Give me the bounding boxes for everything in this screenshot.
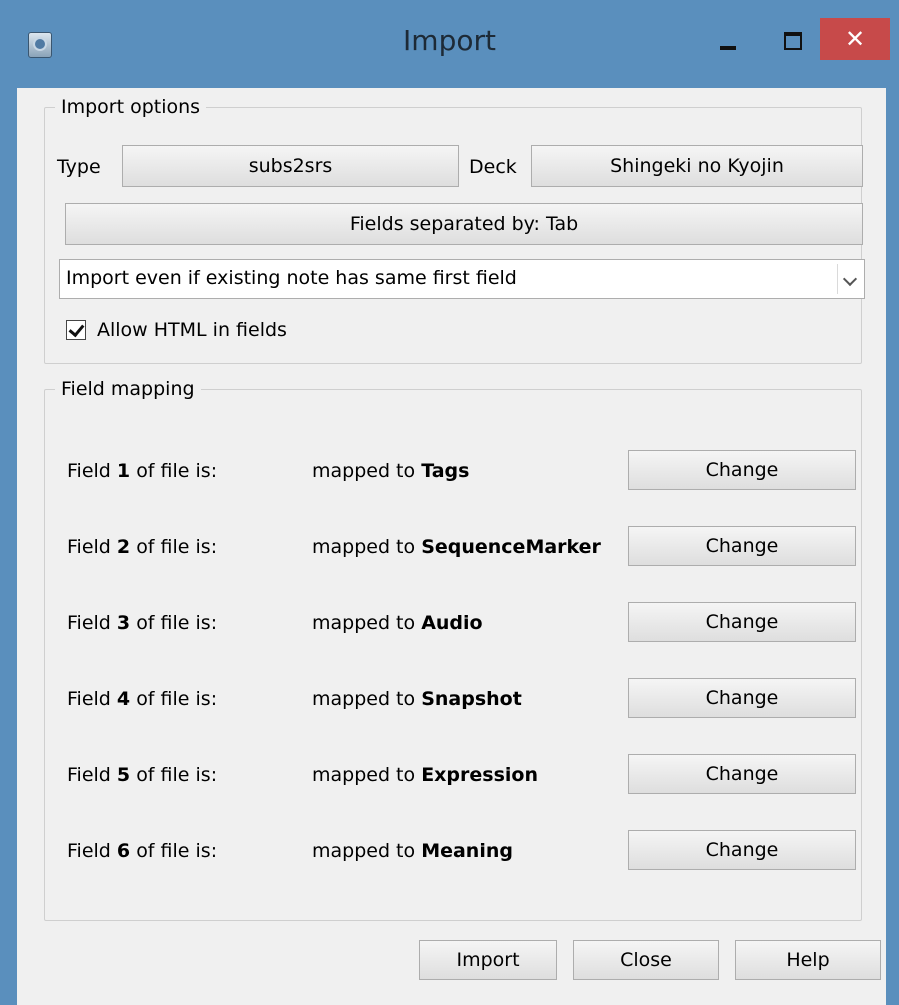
type-label: Type — [57, 156, 101, 178]
field-row-label: Field 5 of file is: — [67, 764, 218, 786]
dialog-body: Import options Type subs2srs Deck Shinge… — [17, 88, 886, 1005]
deck-button[interactable]: Shingeki no Kyojin — [531, 145, 863, 187]
change-button[interactable]: Change — [628, 678, 856, 718]
mapped-to-label: mapped to Tags — [312, 460, 470, 482]
mapped-to-label: mapped to Snapshot — [312, 688, 522, 710]
window-title: Import — [403, 24, 496, 57]
fields-separator-button[interactable]: Fields separated by: Tab — [65, 203, 863, 245]
maximize-button[interactable] — [776, 26, 810, 56]
close-window-button[interactable]: ✕ — [820, 18, 890, 60]
help-button[interactable]: Help — [735, 940, 881, 980]
field-row-label: Field 1 of file is: — [67, 460, 218, 482]
close-button[interactable]: Close — [573, 940, 719, 980]
type-button[interactable]: subs2srs — [122, 145, 459, 187]
change-button[interactable]: Change — [628, 602, 856, 642]
mapped-to-label: mapped to Audio — [312, 612, 483, 634]
change-button[interactable]: Change — [628, 450, 856, 490]
allow-html-checkbox[interactable] — [66, 320, 86, 340]
title-bar[interactable]: Import ✕ — [0, 0, 899, 88]
minimize-button[interactable] — [712, 30, 746, 60]
field-mapping-legend: Field mapping — [55, 378, 201, 400]
field-row-label: Field 2 of file is: — [67, 536, 218, 558]
change-button[interactable]: Change — [628, 526, 856, 566]
field-row-label: Field 4 of file is: — [67, 688, 218, 710]
change-button[interactable]: Change — [628, 830, 856, 870]
chevron-down-icon[interactable] — [837, 264, 862, 294]
change-button[interactable]: Change — [628, 754, 856, 794]
mapped-to-label: mapped to SequenceMarker — [312, 536, 601, 558]
import-options-legend: Import options — [55, 96, 207, 118]
field-row-label: Field 6 of file is: — [67, 840, 218, 862]
allow-html-label[interactable]: Allow HTML in fields — [97, 319, 287, 341]
duplicate-mode-value: Import even if existing note has same fi… — [66, 267, 517, 289]
mapped-to-label: mapped to Expression — [312, 764, 538, 786]
mapped-to-label: mapped to Meaning — [312, 840, 513, 862]
import-options-group: Import options Type subs2srs Deck Shinge… — [44, 96, 865, 364]
deck-label: Deck — [469, 156, 517, 178]
field-row-label: Field 3 of file is: — [67, 612, 218, 634]
import-dialog-window: Import ✕ Import options Type subs2srs De… — [0, 0, 899, 1005]
duplicate-mode-select[interactable]: Import even if existing note has same fi… — [59, 259, 865, 299]
import-button[interactable]: Import — [419, 940, 557, 980]
field-mapping-group: Field mapping Field 1 of file is: mapped… — [44, 378, 862, 921]
